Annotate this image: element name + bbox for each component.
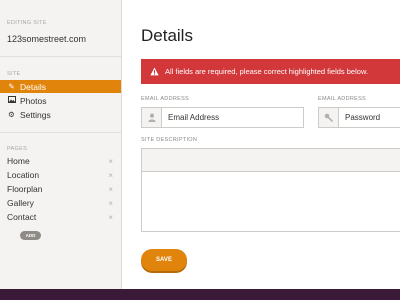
sidebar-item-settings[interactable]: ⚙ Settings xyxy=(0,108,121,121)
email-field[interactable]: Email Address xyxy=(141,107,304,128)
person-icon xyxy=(142,108,162,127)
email-field-value: Email Address xyxy=(168,113,220,122)
error-alert: All fields are required, please correct … xyxy=(141,59,400,84)
sidebar-divider xyxy=(0,132,121,133)
site-name: 123somestreet.com xyxy=(7,34,87,44)
description-label: SITE DESCRIPTION xyxy=(141,137,198,143)
page-item-label: Floorplan xyxy=(7,184,43,194)
remove-icon[interactable]: × xyxy=(108,157,113,166)
page-item-floorplan[interactable]: Floorplan × xyxy=(7,183,113,195)
image-icon xyxy=(7,96,16,105)
page-item-label: Home xyxy=(7,156,30,166)
remove-icon[interactable]: × xyxy=(108,213,113,222)
remove-icon[interactable]: × xyxy=(108,171,113,180)
page-item-contact[interactable]: Contact × xyxy=(7,211,113,223)
page-item-label: Contact xyxy=(7,212,37,222)
remove-icon[interactable]: × xyxy=(108,185,113,194)
password-field-value: Password xyxy=(345,113,381,122)
page-item-label: Location xyxy=(7,170,40,180)
page-item-home[interactable]: Home × xyxy=(7,155,113,167)
editor-toolbar xyxy=(142,149,400,172)
password-field[interactable]: Password xyxy=(318,107,400,128)
alert-text: All fields are required, please correct … xyxy=(165,67,369,76)
sidebar-item-details[interactable]: ✎ Details xyxy=(0,80,121,93)
add-page-button[interactable]: ADD xyxy=(20,231,41,240)
pencil-icon: ✎ xyxy=(8,82,15,91)
sidebar-item-label: Details xyxy=(20,81,46,92)
sidebar-divider xyxy=(0,56,121,57)
sidebar: EDITING SITE 123somestreet.com SITE ✎ De… xyxy=(0,0,122,289)
page-title: Details xyxy=(141,26,193,45)
password-field-label: EMAIL ADDRESS xyxy=(318,96,367,102)
save-button[interactable]: SAVE xyxy=(141,249,187,271)
page-item-location[interactable]: Location × xyxy=(7,169,113,181)
app-window: EDITING SITE 123somestreet.com SITE ✎ De… xyxy=(0,0,400,289)
site-description-editor[interactable] xyxy=(141,148,400,232)
site-section-label: SITE xyxy=(7,71,21,77)
page-item-gallery[interactable]: Gallery × xyxy=(7,197,113,209)
page-item-label: Gallery xyxy=(7,198,34,208)
pages-section-label: PAGES xyxy=(7,146,28,152)
sidebar-item-photos[interactable]: Photos xyxy=(0,94,121,107)
editing-site-label: EDITING SITE xyxy=(7,20,47,26)
sidebar-item-label: Settings xyxy=(20,109,51,120)
gear-icon: ⚙ xyxy=(8,110,15,119)
sidebar-item-label: Photos xyxy=(20,95,47,106)
remove-icon[interactable]: × xyxy=(108,199,113,208)
key-icon xyxy=(319,108,339,127)
email-field-label: EMAIL ADDRESS xyxy=(141,96,190,102)
warning-icon xyxy=(150,67,159,76)
